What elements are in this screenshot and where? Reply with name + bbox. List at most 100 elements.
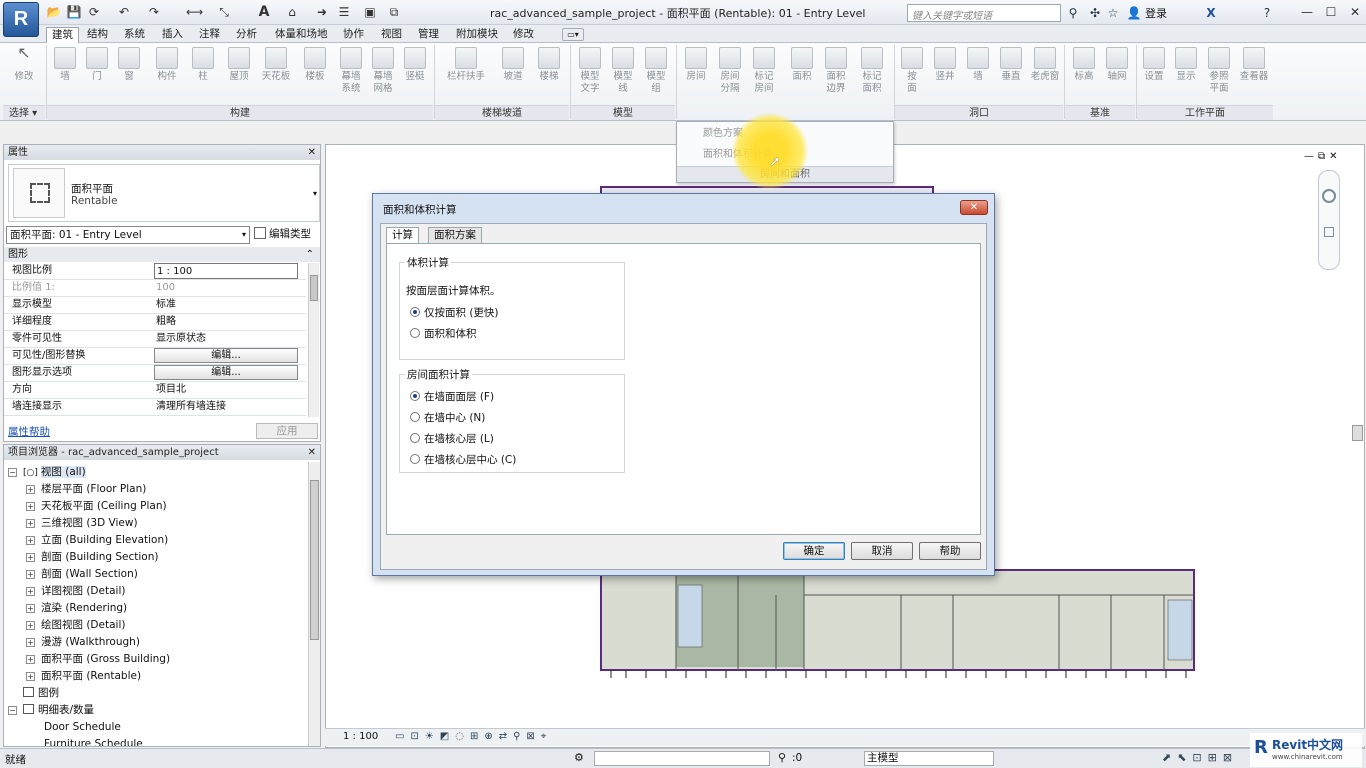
radio-area-only[interactable]: 仅按面积 (更快)	[410, 305, 499, 320]
mullion-button[interactable]: 竖梃	[400, 45, 430, 103]
tab-collaborate[interactable]: 协作	[338, 27, 369, 43]
close-button[interactable]: ✕	[1344, 3, 1366, 21]
3d-view-icon[interactable]: ⌂	[284, 5, 300, 20]
tab-insert[interactable]: 插入	[157, 27, 188, 43]
view-scale-input[interactable]: 1 : 100	[154, 263, 298, 279]
redo-icon[interactable]: ↷	[146, 5, 162, 20]
close-icon[interactable]: ✕	[308, 145, 316, 160]
tree-node[interactable]: + 三维视图 (3D View)	[26, 515, 138, 532]
set-workplane-button[interactable]: 设置	[1140, 45, 1168, 103]
save-icon[interactable]: 💾	[66, 5, 82, 20]
steering-wheel-icon[interactable]	[1322, 189, 1336, 203]
tree-node[interactable]: + 剖面 (Wall Section)	[26, 566, 138, 583]
property-row[interactable]: 零件可见性 显示原状态	[4, 331, 306, 348]
roof-button[interactable]: 屋顶	[222, 45, 256, 103]
section-icon[interactable]: ➜	[314, 5, 330, 20]
navigation-bar[interactable]	[1318, 170, 1340, 270]
modify-button[interactable]: ↖ 修改	[6, 45, 42, 103]
shaft-button[interactable]: 竖井	[930, 45, 960, 103]
tree-node[interactable]: + 天花板平面 (Ceiling Plan)	[26, 498, 167, 515]
tree-node[interactable]: + 漫游 (Walkthrough)	[26, 634, 140, 651]
worksets-icon[interactable]: ⚙	[574, 751, 584, 764]
zoom-icon[interactable]	[1324, 227, 1334, 237]
column-button[interactable]: 柱	[188, 45, 218, 103]
model-text-button[interactable]: 模型 文字	[574, 45, 606, 103]
tree-node[interactable]: + 面积平面 (Rentable)	[26, 668, 141, 685]
tree-legends[interactable]: 图例	[8, 685, 59, 702]
radio-wall-core[interactable]: 在墙核心层 (L)	[410, 431, 494, 446]
view-scale[interactable]: 1 : 100	[343, 731, 378, 742]
grid-button[interactable]: 轴网	[1102, 45, 1132, 103]
user-icon[interactable]: 👤	[1126, 5, 1142, 21]
help-button[interactable]: 帮助	[919, 542, 981, 560]
tree-node[interactable]: + 详图视图 (Detail)	[26, 583, 125, 600]
stair-button[interactable]: 楼梯	[532, 45, 566, 103]
curtain-grid-button[interactable]: 幕墙 网格	[368, 45, 398, 103]
model-group-button[interactable]: 模型 组	[640, 45, 672, 103]
show-workplane-button[interactable]: 显示	[1172, 45, 1200, 103]
design-option-select[interactable]: 主模型	[864, 751, 994, 766]
login-button[interactable]: 登录	[1145, 5, 1167, 21]
tree-root-views[interactable]: − [○] 视图 (all)	[8, 464, 86, 481]
subscription-icon[interactable]: ✣	[1087, 5, 1103, 21]
tab-annotate[interactable]: 注释	[194, 27, 225, 43]
tree-node[interactable]: + 绘图视图 (Detail)	[26, 617, 125, 634]
dimension-icon[interactable]: ⤡	[216, 5, 232, 20]
tab-manage[interactable]: 管理	[413, 27, 444, 43]
tab-view[interactable]: 视图	[376, 27, 407, 43]
wall-opening-button[interactable]: 墙	[964, 45, 992, 103]
room-separator-button[interactable]: 房间 分隔	[714, 45, 746, 103]
tree-node[interactable]: + 楼层平面 (Floor Plan)	[26, 481, 146, 498]
dialog-close-button[interactable]: ✕	[960, 200, 988, 215]
ribbon-minimize-icon[interactable]: ▭▾	[562, 28, 584, 41]
area-boundary-button[interactable]: 面积 边界	[820, 45, 852, 103]
railing-button[interactable]: 栏杆扶手	[440, 45, 492, 103]
thin-lines-icon[interactable]: ☰	[336, 5, 352, 20]
door-button[interactable]: 门	[82, 45, 112, 103]
tree-leaf[interactable]: Door Schedule	[44, 719, 121, 736]
properties-scrollbar[interactable]	[308, 263, 319, 417]
curtain-system-button[interactable]: 幕墙 系统	[336, 45, 366, 103]
maximize-button[interactable]: ☐	[1320, 3, 1342, 21]
workset-select[interactable]	[594, 751, 770, 766]
measure-icon[interactable]: ⟷	[186, 5, 203, 20]
tree-leaf[interactable]: Furniture Schedule	[44, 736, 143, 746]
close-hidden-icon[interactable]: ▣	[362, 5, 378, 20]
view-control-icons[interactable]: ▭⊡☀◩◌⊞⊕⇄⚲⊠⌖	[395, 731, 552, 742]
select-dropdown[interactable]: 选择 ▾	[3, 105, 45, 120]
application-menu-button[interactable]: R	[3, 2, 39, 37]
tab-addins[interactable]: 附加模块	[451, 27, 503, 43]
ramp-button[interactable]: 坡道	[496, 45, 530, 103]
property-row[interactable]: 详细程度 粗略	[4, 314, 306, 331]
by-face-button[interactable]: 按 面	[898, 45, 926, 103]
viewer-button[interactable]: 查看器	[1236, 45, 1272, 103]
selection-filter-icons[interactable]: ⬈⬉⊡⊞⊠	[1162, 751, 1238, 764]
exchange-apps-icon[interactable]: X	[1203, 5, 1219, 21]
text-icon[interactable]: A	[256, 5, 272, 20]
radio-wall-finish[interactable]: 在墙面面层 (F)	[410, 389, 494, 404]
radio-wall-center[interactable]: 在墙中心 (N)	[410, 410, 485, 425]
tree-schedules[interactable]: − 明细表/数量	[8, 702, 94, 719]
tree-node[interactable]: + 面积平面 (Gross Building)	[26, 651, 170, 668]
editable-only-icon[interactable]: ⚲	[778, 751, 786, 764]
ref-plane-button[interactable]: 参照 平面	[1204, 45, 1234, 103]
tree-node[interactable]: + 渲染 (Rendering)	[26, 600, 127, 617]
switch-windows-icon[interactable]: ⧉	[386, 5, 402, 20]
level-button[interactable]: 标高	[1068, 45, 1100, 103]
floor-button[interactable]: 楼板	[298, 45, 332, 103]
cancel-button[interactable]: 取消	[851, 542, 913, 560]
tree-node[interactable]: + 立面 (Building Elevation)	[26, 532, 168, 549]
vertical-opening-button[interactable]: 垂直	[996, 45, 1026, 103]
property-row[interactable]: 墙连接显示 清理所有墙连接	[4, 399, 306, 416]
tab-architecture[interactable]: 建筑	[46, 27, 79, 44]
dormer-button[interactable]: 老虎窗	[1028, 45, 1062, 103]
model-line-button[interactable]: 模型 线	[608, 45, 638, 103]
area-button[interactable]: 面积	[786, 45, 818, 103]
apply-button[interactable]: 应用	[256, 423, 318, 439]
tab-analyze[interactable]: 分析	[231, 27, 262, 43]
property-row[interactable]: 显示模型 标准	[4, 297, 306, 314]
close-icon[interactable]: ✕	[308, 445, 316, 460]
tab-massing-site[interactable]: 体量和场地	[270, 27, 333, 43]
vertical-scrollbar-thumb[interactable]	[1352, 425, 1363, 441]
section-graphics[interactable]: 图形 ⌃	[4, 247, 320, 262]
